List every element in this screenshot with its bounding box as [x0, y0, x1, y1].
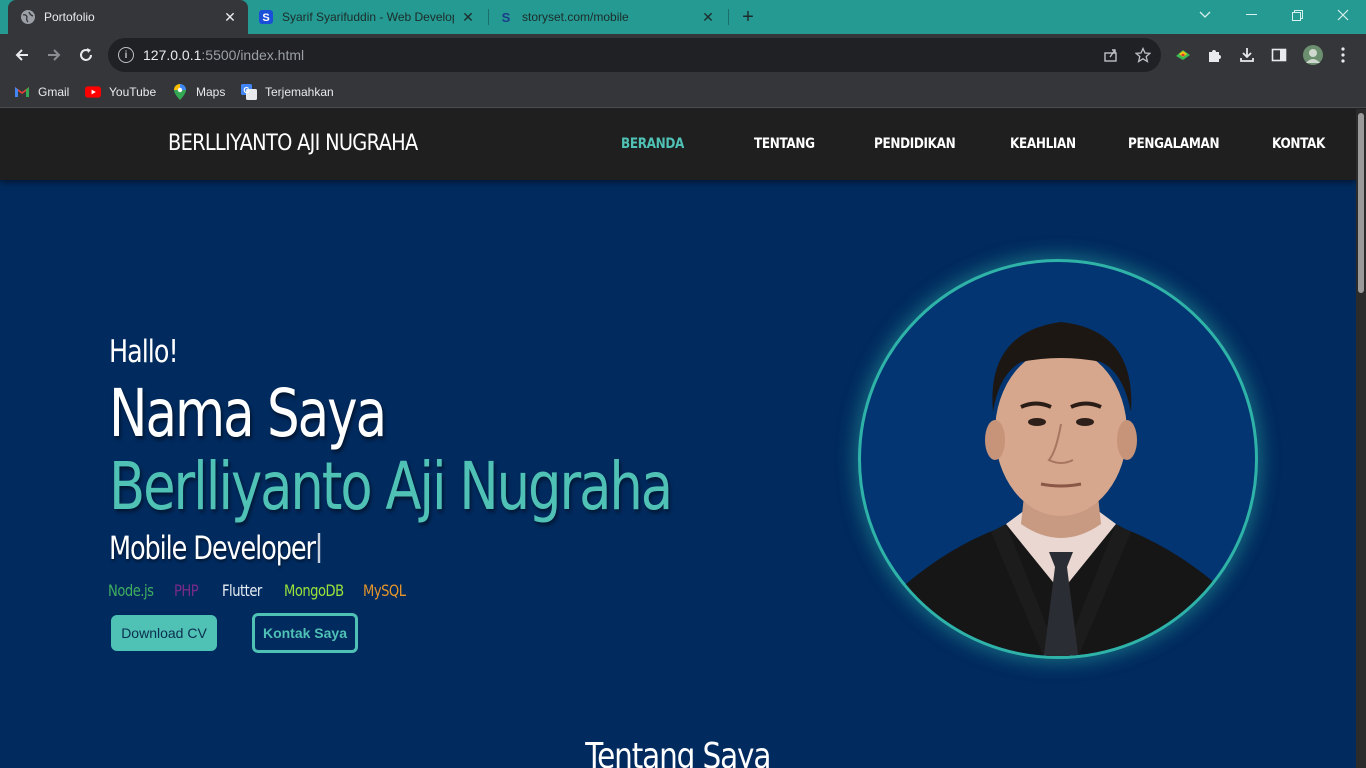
skill-php: PHP [174, 581, 199, 600]
tab-title: Portofolio [44, 10, 95, 24]
s-logo-icon: S [258, 9, 274, 25]
svg-text:S: S [262, 12, 269, 24]
skill-mongodb: MongoDB [284, 581, 344, 600]
storyset-icon: S [498, 9, 514, 25]
scrollbar-thumb[interactable] [1358, 113, 1364, 293]
new-tab-button[interactable]: + [736, 5, 760, 29]
site-info-icon[interactable]: i [118, 47, 134, 63]
extension-colorful-icon[interactable] [1174, 46, 1192, 64]
forward-button[interactable] [42, 43, 66, 67]
close-window-button[interactable] [1320, 0, 1366, 30]
address-bar[interactable]: i 127.0.0.1:5500/index.html [108, 38, 1161, 72]
translate-icon: G [241, 84, 257, 100]
back-button[interactable] [10, 43, 34, 67]
nav-tentang[interactable]: TENTANG [754, 136, 815, 152]
tab-portofolio[interactable]: Portofolio ✕ [8, 0, 248, 34]
bookmark-gmail[interactable]: Gmail [14, 82, 69, 102]
gmail-icon [14, 84, 30, 100]
nav-pendidikan[interactable]: PENDIDIKAN [874, 136, 956, 152]
svg-text:G: G [243, 86, 249, 95]
close-icon[interactable]: ✕ [222, 9, 238, 25]
close-icon[interactable]: ✕ [460, 9, 476, 25]
globe-icon [20, 9, 36, 25]
bookmark-maps[interactable]: Maps [172, 82, 225, 102]
download-cv-button[interactable]: Download CV [111, 615, 217, 651]
hero-name-label: Nama Saya [109, 375, 387, 452]
maps-icon [172, 84, 188, 100]
skill-flutter: Flutter [222, 581, 262, 600]
bookmark-star-icon[interactable] [1134, 46, 1152, 64]
page-viewport: BERLLIYANTO AJI NUGRAHA BERANDA TENTANG … [0, 109, 1356, 768]
menu-kebab-icon[interactable] [1334, 46, 1352, 64]
tab-title: Syarif Syarifuddin - Web Develop [282, 10, 454, 24]
restore-button[interactable] [1274, 0, 1320, 30]
section-title-tentang: Tentang Saya [585, 736, 771, 768]
close-icon[interactable]: ✕ [700, 9, 716, 25]
hero-greeting: Hallo! [109, 334, 179, 370]
nav-pengalaman[interactable]: PENGALAMAN [1128, 136, 1220, 152]
reload-button[interactable] [74, 43, 98, 67]
skills-list: Node.js PHP Flutter MongoDB MySQL [108, 581, 423, 600]
hero-name: Berlliyanto Aji Nugraha [109, 448, 673, 525]
bookmark-terjemahkan[interactable]: G Terjemahkan [241, 82, 334, 102]
browser-tabstrip: Portofolio ✕ S Syarif Syarifuddin - Web … [0, 0, 1366, 34]
profile-photo [858, 259, 1258, 659]
page-scrollbar[interactable] [1356, 109, 1366, 768]
nav-kontak[interactable]: KONTAK [1272, 136, 1325, 152]
tab-storyset[interactable]: S storyset.com/mobile ✕ [490, 0, 726, 34]
tab-divider [728, 9, 729, 25]
tab-search-icon[interactable] [1182, 0, 1228, 30]
site-navbar: BERLLIYANTO AJI NUGRAHA BERANDA TENTANG … [0, 109, 1356, 180]
profile-avatar-icon[interactable] [1302, 44, 1324, 66]
skill-mysql: MySQL [363, 581, 406, 600]
share-icon[interactable] [1102, 46, 1120, 64]
extensions-puzzle-icon[interactable] [1206, 46, 1224, 64]
nav-beranda[interactable]: BERANDA [621, 136, 684, 152]
side-panel-icon[interactable] [1270, 46, 1288, 64]
typing-cursor [318, 533, 321, 563]
bookmarks-bar: Gmail YouTube Maps G Terjemahkan [0, 76, 1366, 108]
bookmark-youtube[interactable]: YouTube [85, 82, 156, 102]
hero-role: Mobile Developer [109, 529, 321, 567]
svg-text:S: S [502, 10, 511, 25]
youtube-icon [85, 84, 101, 100]
hero-role-text: Mobile Developer [109, 529, 316, 567]
url-text: 127.0.0.1:5500/index.html [143, 47, 305, 63]
download-icon[interactable] [1238, 46, 1256, 64]
tab-syarif[interactable]: S Syarif Syarifuddin - Web Develop ✕ [250, 0, 486, 34]
tab-title: storyset.com/mobile [522, 10, 629, 24]
site-brand[interactable]: BERLLIYANTO AJI NUGRAHA [168, 131, 418, 156]
minimize-button[interactable] [1228, 0, 1274, 30]
browser-toolbar: i 127.0.0.1:5500/index.html [0, 34, 1366, 76]
tab-divider [488, 9, 489, 25]
skill-nodejs: Node.js [108, 581, 154, 600]
nav-keahlian[interactable]: KEAHLIAN [1010, 136, 1076, 152]
contact-me-button[interactable]: Kontak Saya [252, 613, 358, 653]
